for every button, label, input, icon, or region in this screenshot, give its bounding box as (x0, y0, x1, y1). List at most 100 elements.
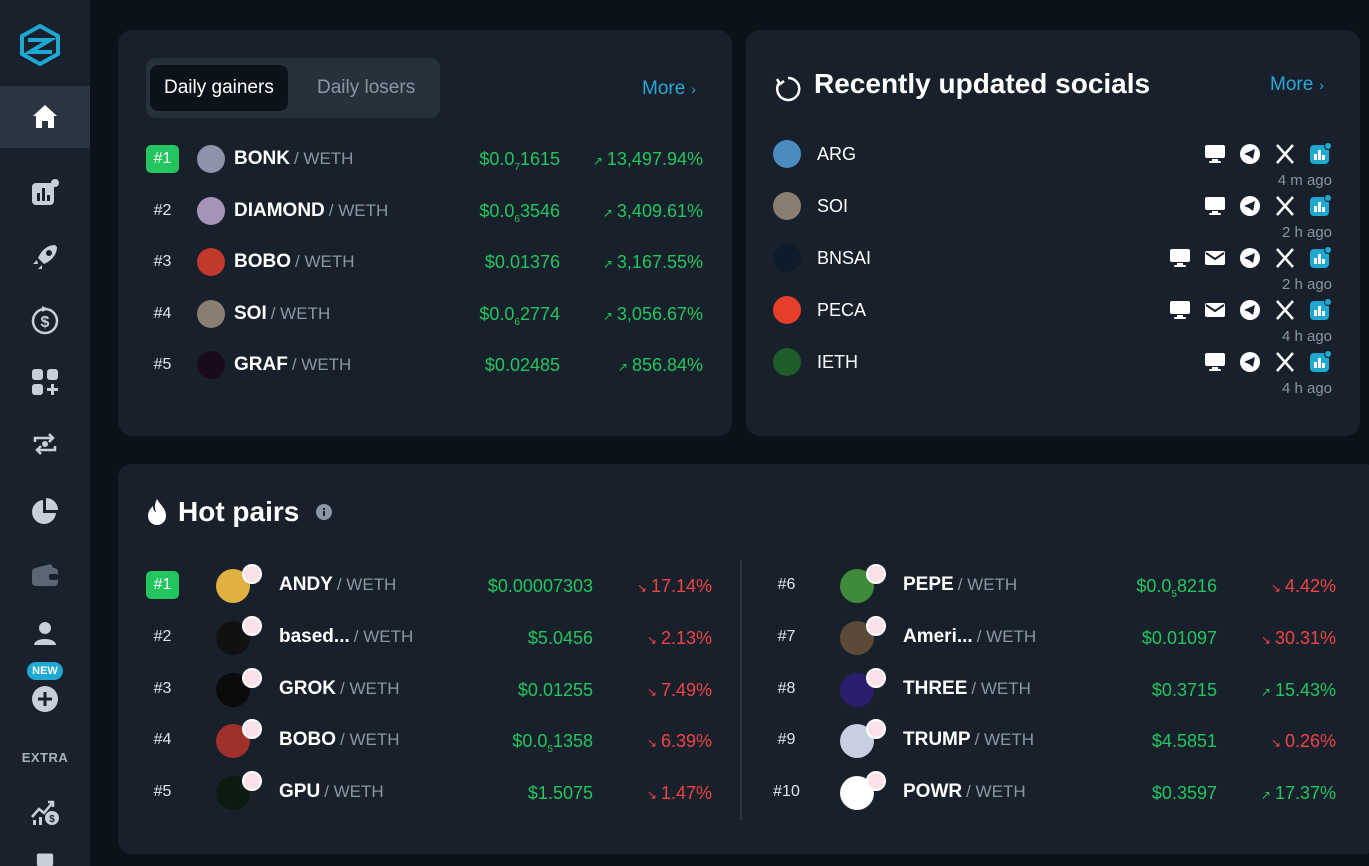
wallet-icon (32, 564, 58, 586)
token-pair: / WETH (270, 303, 331, 323)
tab-daily-gainers[interactable]: Daily gainers (150, 65, 288, 111)
telegram-icon[interactable] (1238, 194, 1262, 218)
token-pair: / WETH (324, 782, 384, 802)
hot-pair-row[interactable]: #3 GROK / WETH $0.01255 ↘ 7.49% (118, 667, 718, 708)
price-main: $4.5851 (1151, 731, 1217, 752)
sidebar-item-earn[interactable]: $ (0, 289, 90, 351)
token-name[interactable]: BONK / WETH (234, 148, 353, 170)
social-row[interactable]: PECA 4 h ago (746, 296, 1360, 345)
chart-badge-icon[interactable] (1308, 194, 1332, 218)
rank-badge: #5 (153, 783, 172, 801)
hot-pair-row[interactable]: #9 TRUMP / WETH $4.5851 ↘ 0.26% (742, 719, 1342, 759)
token-name[interactable]: SOI / WETH (234, 303, 330, 325)
hot-pair-row[interactable]: #8 THREE / WETH $0.3715 ↗ 15.43% (742, 667, 1342, 708)
rank-badge: #6 (777, 576, 796, 593)
mail-icon[interactable] (1203, 298, 1227, 322)
updated-ago: 2 h ago (1281, 276, 1332, 293)
social-token-name[interactable]: SOI (817, 196, 848, 217)
chart-badge-icon[interactable] (1308, 246, 1332, 270)
desktop-icon[interactable] (1168, 298, 1192, 322)
desktop-icon[interactable] (1203, 142, 1227, 166)
social-row[interactable]: ARG 4 m ago (746, 140, 1360, 189)
gainer-row[interactable]: #3 BOBO / WETH $0.01376 ↗ 3,167.55% (118, 248, 732, 278)
token-pair: / WETH (966, 782, 1026, 802)
change-value: ↘ 1.47% (647, 783, 712, 804)
desktop-icon[interactable] (1203, 194, 1227, 218)
updated-ago: 4 h ago (1281, 328, 1332, 345)
gainers-more-link[interactable]: More › (642, 78, 696, 100)
token-name[interactable]: ANDY / WETH (279, 574, 396, 596)
sidebar-item-more[interactable] (0, 846, 90, 866)
hot-pair-row[interactable]: #1 ANDY / WETH $0.00007303 ↘ 17.14% (118, 564, 718, 604)
token-name[interactable]: BOBO / WETH (234, 251, 355, 273)
sidebar-item-stats[interactable]: $ (0, 780, 90, 842)
token-name[interactable]: DIAMOND / WETH (234, 200, 388, 222)
sidebar-item-wallet[interactable] (0, 545, 90, 607)
x-icon[interactable] (1273, 194, 1297, 218)
social-row[interactable]: SOI 2 h ago (746, 192, 1360, 241)
socials-more-link[interactable]: More › (1270, 74, 1324, 96)
token-name[interactable]: based... / WETH (279, 626, 413, 648)
gainer-row[interactable]: #2 DIAMOND / WETH $0.063546 ↗ 3,409.61% (118, 196, 732, 227)
x-icon[interactable] (1273, 298, 1297, 322)
price-value: $0.01255 (518, 680, 593, 704)
logo-icon[interactable] (20, 24, 60, 66)
token-name[interactable]: GROK / WETH (279, 678, 400, 700)
chart-badge-icon[interactable] (1308, 350, 1332, 374)
change-value: ↘ 7.49% (647, 680, 712, 701)
x-icon[interactable] (1273, 142, 1297, 166)
gainer-row[interactable]: #4 SOI / WETH $0.062774 ↗ 3,056.67% (118, 299, 732, 330)
social-row[interactable]: IETH 4 h ago (746, 348, 1360, 397)
sidebar-item-account[interactable] (0, 602, 90, 664)
token-name[interactable]: Ameri... / WETH (903, 626, 1036, 648)
hot-pair-row[interactable]: #7 Ameri... / WETH $0.01097 ↘ 30.31% (742, 615, 1342, 656)
sidebar-item-charts[interactable] (0, 162, 90, 224)
x-icon[interactable] (1273, 246, 1297, 270)
telegram-icon[interactable] (1238, 298, 1262, 322)
telegram-icon[interactable] (1238, 350, 1262, 374)
hot-pair-row[interactable]: #6 PEPE / WETH $0.058216 ↘ 4.42% (742, 564, 1342, 604)
change-text: 0.26% (1284, 731, 1336, 752)
token-name[interactable]: POWR / WETH (903, 781, 1026, 803)
sidebar-item-widgets[interactable] (0, 351, 90, 413)
social-token-name[interactable]: PECA (817, 300, 866, 321)
token-name[interactable]: TRUMP / WETH (903, 729, 1034, 751)
rank-badge: #4 (153, 304, 172, 322)
hot-pair-row[interactable]: #10 POWR / WETH $0.3597 ↗ 17.37% (742, 771, 1342, 811)
desktop-icon[interactable] (1168, 246, 1192, 270)
token-symbol: GPU (279, 781, 321, 803)
token-name[interactable]: PEPE / WETH (903, 574, 1017, 596)
x-icon[interactable] (1273, 350, 1297, 374)
sidebar-item-portfolio[interactable] (0, 480, 90, 542)
hot-pair-row[interactable]: #4 BOBO / WETH $0.051358 ↘ 6.39% (118, 719, 718, 759)
token-name[interactable]: BOBO / WETH (279, 729, 400, 751)
sidebar-item-swap[interactable] (0, 413, 90, 475)
social-token-name[interactable]: IETH (817, 352, 858, 373)
hot-pair-row[interactable]: #5 GPU / WETH $1.5075 ↘ 1.47% (118, 771, 718, 811)
gainer-row[interactable]: #1 BONK / WETH $0.071615 ↗ 13,497.94% (118, 145, 732, 175)
token-symbol: GROK (279, 677, 336, 699)
sidebar-item-add[interactable] (0, 668, 90, 730)
social-row[interactable]: BNSAI 2 h ago (746, 244, 1360, 293)
sidebar-item-launches[interactable] (0, 226, 90, 288)
social-token-name[interactable]: ARG (817, 144, 856, 165)
telegram-icon[interactable] (1238, 142, 1262, 166)
token-pair: / WETH (328, 200, 389, 220)
arrow-up-icon: ↗ (602, 257, 613, 271)
tab-daily-losers[interactable]: Daily losers (303, 65, 429, 111)
token-name[interactable]: GPU / WETH (279, 781, 384, 803)
svg-text:$: $ (41, 314, 50, 331)
token-name[interactable]: THREE / WETH (903, 678, 1031, 700)
desktop-icon[interactable] (1203, 350, 1227, 374)
chart-badge-icon[interactable] (1308, 142, 1332, 166)
info-icon[interactable] (316, 504, 332, 520)
sidebar-item-home[interactable] (0, 86, 90, 148)
social-token-name[interactable]: BNSAI (817, 248, 871, 269)
token-name[interactable]: GRAF / WETH (234, 354, 351, 376)
rank-badge: #1 (146, 145, 179, 173)
hot-pair-row[interactable]: #2 based... / WETH $5.0456 ↘ 2.13% (118, 615, 718, 656)
telegram-icon[interactable] (1238, 246, 1262, 270)
chart-badge-icon[interactable] (1308, 298, 1332, 322)
mail-icon[interactable] (1203, 246, 1227, 270)
gainer-row[interactable]: #5 GRAF / WETH $0.02485 ↗ 856.84% (118, 351, 732, 381)
